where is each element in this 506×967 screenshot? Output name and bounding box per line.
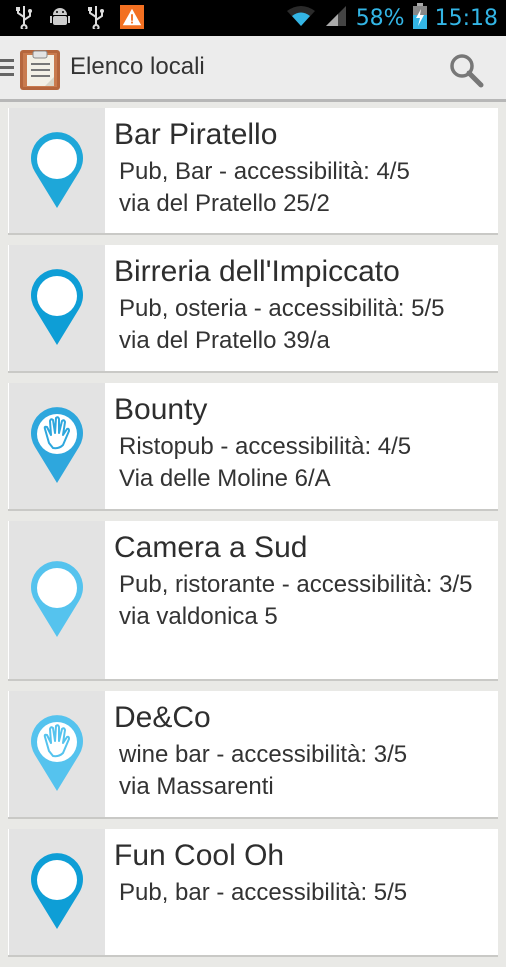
- usb-icon: [12, 4, 36, 30]
- place-category: Pub, Bar - accessibilità: 4/5: [119, 158, 410, 185]
- android-debug-icon: [48, 4, 72, 30]
- place-name: Fun Cool Oh: [114, 839, 285, 872]
- place-name: De&Co: [114, 701, 211, 734]
- list-item[interactable]: Bar Piratello Pub, Bar - accessibilità: …: [8, 108, 498, 235]
- place-address: via Massarenti: [119, 773, 274, 800]
- place-address: via valdonica 5: [119, 603, 278, 630]
- list-item[interactable]: De&Co wine bar - accessibilità: 3/5 via …: [8, 691, 498, 819]
- list-item[interactable]: Fun Cool Oh Pub, bar - accessibilità: 5/…: [8, 829, 498, 957]
- place-name: Birreria dell'Impiccato: [114, 255, 400, 288]
- page-title: Elenco locali: [70, 53, 205, 80]
- action-bar: Elenco locali: [0, 36, 506, 102]
- location-pin-icon: [9, 245, 105, 371]
- place-address: via del Pratello 39/a: [119, 327, 330, 354]
- wifi-icon: [286, 5, 316, 31]
- location-pin-hand-icon: [9, 691, 105, 817]
- place-address: Via delle Moline 6/A: [119, 465, 331, 492]
- list-item[interactable]: Bounty Ristopub - accessibilità: 4/5 Via…: [8, 383, 498, 511]
- clock: 15:18: [434, 5, 498, 31]
- place-category: wine bar - accessibilità: 3/5: [119, 741, 408, 768]
- usb-icon: [84, 4, 108, 30]
- drawer-indicator-icon[interactable]: [0, 59, 14, 79]
- status-bar: 58% 15:18: [0, 0, 506, 36]
- location-pin-hand-icon: [9, 383, 105, 509]
- location-pin-icon: [9, 521, 105, 679]
- battery-charging-icon: [412, 3, 427, 33]
- battery-percent: 58%: [355, 5, 405, 31]
- location-pin-icon: [9, 829, 105, 955]
- place-name: Bounty: [114, 393, 208, 426]
- list-item[interactable]: Camera a Sud Pub, ristorante - accessibi…: [8, 521, 498, 681]
- signal-icon: [324, 4, 348, 32]
- place-name: Bar Piratello: [114, 118, 278, 151]
- place-category: Pub, ristorante - accessibilità: 3/5: [119, 571, 473, 598]
- place-address: via del Pratello 25/2: [119, 190, 330, 217]
- warning-icon: [120, 4, 144, 30]
- place-category: Ristopub - accessibilità: 4/5: [119, 433, 412, 460]
- places-list: Bar Piratello Pub, Bar - accessibilità: …: [8, 108, 498, 967]
- system-status: 58% 15:18: [286, 0, 498, 36]
- place-category: Pub, osteria - accessibilità: 5/5: [119, 295, 445, 322]
- search-icon[interactable]: [448, 52, 484, 88]
- notification-icons: [12, 4, 144, 30]
- clipboard-app-icon[interactable]: [18, 47, 62, 91]
- location-pin-icon: [9, 108, 105, 233]
- place-category: Pub, bar - accessibilità: 5/5: [119, 879, 408, 906]
- list-item[interactable]: Birreria dell'Impiccato Pub, osteria - a…: [8, 245, 498, 373]
- place-name: Camera a Sud: [114, 531, 308, 564]
